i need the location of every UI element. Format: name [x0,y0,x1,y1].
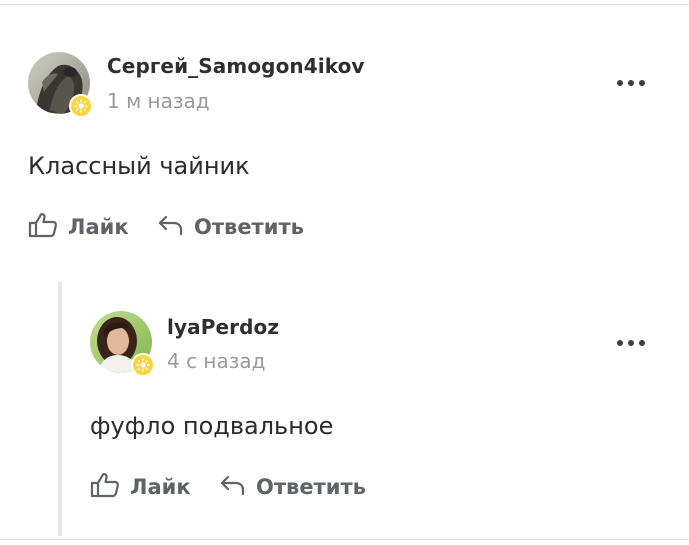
thumbs-up-icon [28,212,58,242]
comment-author[interactable]: Сергей_Samogon4ikov [107,54,365,78]
thread-line [58,282,62,536]
comment-timestamp: 4 с назад [167,349,266,373]
reply-label: Ответить [256,475,366,499]
reply-button[interactable]: Ответить [220,473,366,501]
like-button[interactable]: Лайк [28,213,129,241]
comment-text: Классный чайник [28,152,250,180]
like-button[interactable]: Лайк [90,473,191,501]
sun-badge-icon [69,94,93,118]
reply-arrow-icon [158,214,184,240]
divider [0,539,689,540]
comment-author[interactable]: lyaPerdoz [167,315,279,339]
sun-badge-icon [131,353,155,377]
like-label: Лайк [130,475,191,499]
comments-section: Сергей_Samogon4ikov 1 м назад Классный ч… [0,0,689,545]
comment-timestamp: 1 м назад [107,89,210,113]
like-label: Лайк [68,215,129,239]
divider [0,4,689,5]
reply-label: Ответить [194,215,304,239]
more-horizontal-icon[interactable] [617,78,647,88]
reply-arrow-icon [220,474,246,500]
comment-text: фуфло подвальное [90,412,334,440]
thumbs-up-icon [90,472,120,502]
more-horizontal-icon[interactable] [617,338,647,348]
reply-button[interactable]: Ответить [158,213,304,241]
